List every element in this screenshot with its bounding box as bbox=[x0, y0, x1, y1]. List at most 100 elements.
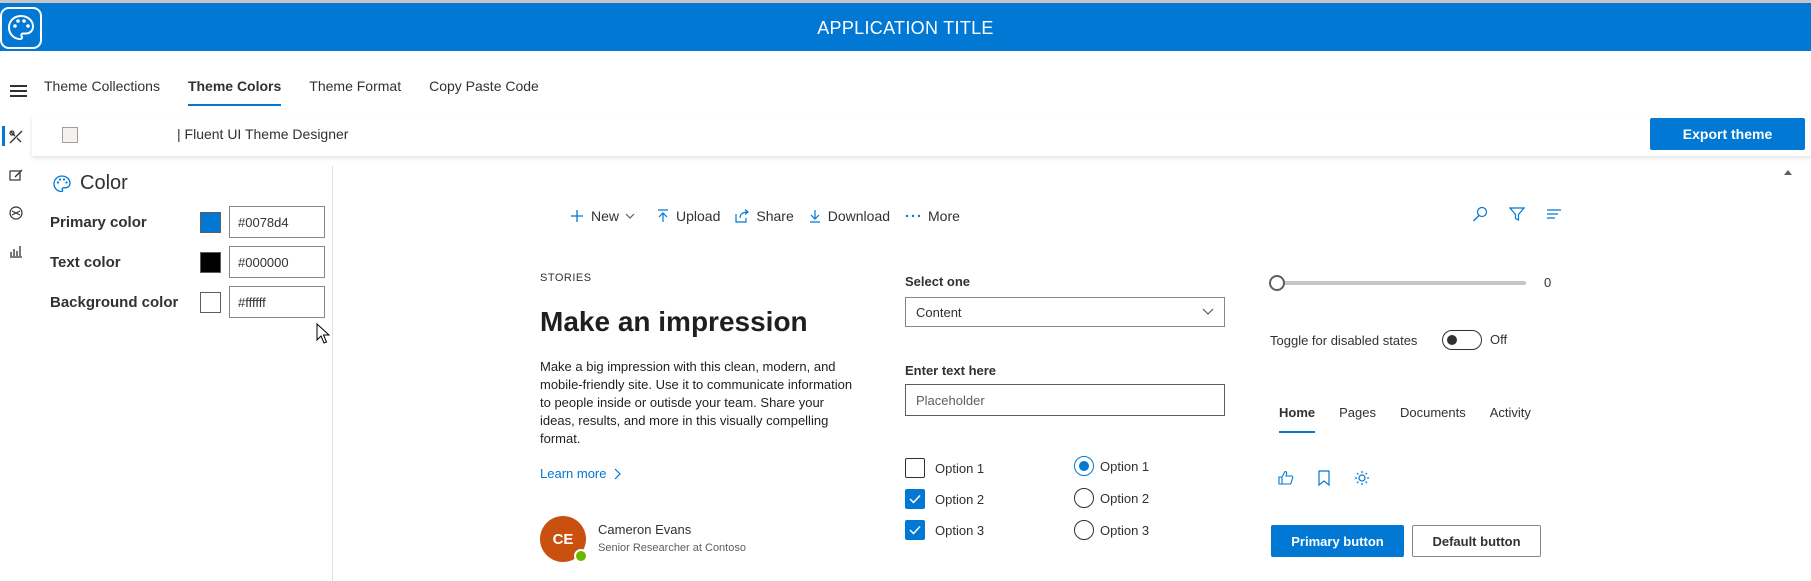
more-button[interactable]: More bbox=[905, 208, 960, 224]
text-color-label: Text color bbox=[50, 253, 121, 271]
radio-option-3[interactable]: Option 3 bbox=[1074, 520, 1149, 540]
background-color-label: Background color bbox=[50, 293, 179, 311]
tab-theme-colors[interactable]: Theme Colors bbox=[187, 78, 282, 106]
checkbox-option-1[interactable]: Option 1 bbox=[905, 458, 984, 478]
pivot-home[interactable]: Home bbox=[1279, 405, 1316, 433]
background-color-input[interactable] bbox=[229, 286, 325, 318]
text-input[interactable] bbox=[905, 384, 1225, 416]
person-role: Senior Researcher at Contoso bbox=[598, 542, 746, 554]
text-color-row: Text color bbox=[50, 246, 333, 278]
export-theme-button[interactable]: Export theme bbox=[1650, 118, 1805, 150]
primary-color-label: Primary color bbox=[50, 213, 147, 231]
checkmark-icon bbox=[909, 525, 921, 535]
pivot-tabs: Home Pages Documents Activity bbox=[1279, 405, 1555, 433]
filter-icon[interactable] bbox=[1509, 206, 1525, 222]
tab-copy-paste-code[interactable]: Copy Paste Code bbox=[429, 78, 539, 106]
radio-option-2[interactable]: Option 2 bbox=[1074, 488, 1149, 508]
learn-more-link[interactable]: Learn more bbox=[540, 466, 622, 481]
nav-tabs: Theme Collections Theme Colors Theme For… bbox=[44, 78, 567, 106]
checkbox-box[interactable] bbox=[905, 458, 925, 478]
more-icon bbox=[905, 214, 921, 218]
person-name: Cameron Evans bbox=[598, 522, 692, 537]
more-label: More bbox=[928, 208, 960, 224]
select-dropdown[interactable]: Content bbox=[905, 297, 1225, 327]
bookmark-icon[interactable] bbox=[1317, 470, 1331, 486]
edit-icon[interactable] bbox=[0, 156, 32, 194]
slider-track[interactable] bbox=[1276, 281, 1526, 285]
text-field-label: Enter text here bbox=[905, 363, 997, 378]
radio-button-checked[interactable] bbox=[1074, 456, 1094, 476]
toggle-switch[interactable] bbox=[1442, 330, 1482, 350]
preview-area: New Upload Share Download More STORIES M… bbox=[344, 168, 1796, 581]
checkbox-box-checked[interactable] bbox=[905, 489, 925, 509]
broken-image-icon bbox=[62, 127, 78, 143]
tab-theme-format[interactable]: Theme Format bbox=[309, 78, 401, 106]
default-button[interactable]: Default button bbox=[1412, 525, 1541, 557]
slider-thumb[interactable] bbox=[1269, 275, 1285, 291]
checkbox-option-2[interactable]: Option 2 bbox=[905, 489, 984, 509]
primary-color-row: Primary color bbox=[50, 206, 333, 238]
scroll-up-arrow-icon[interactable] bbox=[1784, 170, 1792, 175]
sort-icon[interactable] bbox=[1546, 206, 1562, 222]
checkbox-box-checked[interactable] bbox=[905, 520, 925, 540]
accessibility-icon[interactable] bbox=[0, 194, 32, 232]
share-button[interactable]: Share bbox=[735, 208, 794, 224]
story-headline: Make an impression bbox=[540, 306, 808, 337]
checkbox-label: Option 3 bbox=[935, 522, 985, 538]
select-label: Select one bbox=[905, 274, 971, 289]
checkmark-icon bbox=[909, 494, 921, 504]
radio-label: Option 3 bbox=[1100, 522, 1150, 538]
text-color-swatch[interactable] bbox=[200, 251, 221, 273]
color-heading-text: Color bbox=[80, 172, 128, 194]
app-title: APPLICATION TITLE bbox=[817, 18, 994, 38]
share-label: Share bbox=[756, 208, 794, 224]
tab-theme-collections[interactable]: Theme Collections bbox=[44, 78, 160, 106]
chevron-right-icon bbox=[615, 468, 622, 479]
like-icon[interactable] bbox=[1278, 470, 1294, 486]
story-body: Make a big impression with this clean, m… bbox=[540, 359, 853, 446]
pivot-documents[interactable]: Documents bbox=[1400, 405, 1466, 433]
slider-value: 0 bbox=[1544, 275, 1552, 290]
checkbox-label: Option 2 bbox=[935, 491, 985, 507]
pivot-activity[interactable]: Activity bbox=[1490, 405, 1531, 433]
command-bar: New Upload Share Download More bbox=[570, 208, 975, 224]
new-button[interactable]: New bbox=[570, 208, 642, 224]
primary-color-swatch[interactable] bbox=[200, 211, 221, 233]
tools-icon[interactable] bbox=[0, 118, 32, 156]
toggle-label: Toggle for disabled states bbox=[1270, 333, 1418, 348]
download-label: Download bbox=[827, 208, 891, 224]
upload-label: Upload bbox=[676, 208, 721, 224]
sub-header: | Fluent UI Theme Designer Export theme bbox=[32, 116, 1811, 156]
chevron-down-icon bbox=[625, 213, 635, 219]
background-color-row: Background color bbox=[50, 286, 333, 318]
checkbox-option-3[interactable]: Option 3 bbox=[905, 520, 984, 540]
presence-available-icon bbox=[574, 549, 588, 563]
add-icon bbox=[571, 210, 583, 222]
upload-button[interactable]: Upload bbox=[657, 208, 720, 224]
chart-icon[interactable] bbox=[0, 232, 32, 270]
download-button[interactable]: Download bbox=[809, 208, 890, 224]
palette-icon bbox=[53, 174, 71, 192]
radio-button[interactable] bbox=[1074, 488, 1094, 508]
new-label: New bbox=[591, 208, 620, 224]
download-icon bbox=[809, 210, 820, 223]
primary-button[interactable]: Primary button bbox=[1271, 525, 1404, 557]
designer-title: | Fluent UI Theme Designer bbox=[177, 126, 349, 142]
radio-button[interactable] bbox=[1074, 520, 1094, 540]
chevron-down-icon bbox=[1202, 308, 1214, 315]
background-color-swatch[interactable] bbox=[200, 291, 221, 313]
hamburger-menu-icon[interactable] bbox=[10, 85, 27, 97]
checkbox-label: Option 1 bbox=[935, 460, 985, 476]
icon-button-row bbox=[1278, 470, 1393, 486]
text-color-input[interactable] bbox=[229, 246, 325, 278]
sun-icon[interactable] bbox=[1354, 470, 1370, 486]
radio-option-1[interactable]: Option 1 bbox=[1074, 456, 1149, 476]
primary-color-input[interactable] bbox=[229, 206, 325, 238]
stories-kicker: STORIES bbox=[540, 272, 592, 284]
upload-icon bbox=[658, 209, 669, 222]
search-icon[interactable] bbox=[1472, 206, 1488, 222]
learn-more-text: Learn more bbox=[540, 466, 607, 481]
app-header: APPLICATION TITLE bbox=[0, 0, 1811, 51]
mouse-cursor-icon bbox=[316, 323, 330, 344]
pivot-pages[interactable]: Pages bbox=[1339, 405, 1376, 433]
